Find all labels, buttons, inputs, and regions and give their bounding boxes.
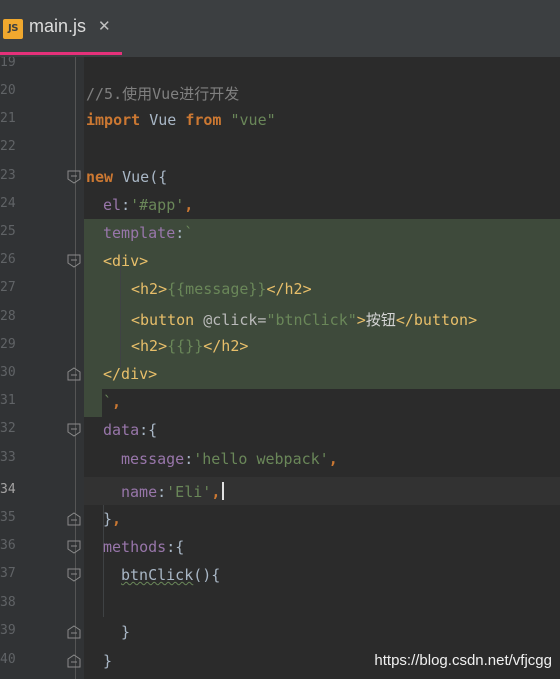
code-line: 26 <div>	[0, 247, 560, 275]
fold-end-icon[interactable]	[67, 625, 81, 639]
code-editor[interactable]: 19 20 //5.使用Vue进行开发 21 import Vue from "…	[0, 57, 560, 679]
line-number: 34	[0, 482, 16, 497]
code-line: 31 `,	[0, 388, 560, 416]
code-text: btnClick(){	[121, 566, 221, 584]
line-number: 30	[0, 365, 16, 380]
javascript-file-icon: JS	[3, 19, 23, 39]
code-line: 22	[0, 134, 560, 162]
code-text: <h2>{{}}</h2>	[131, 337, 249, 355]
code-text: `,	[103, 393, 122, 411]
code-line: 35 },	[0, 505, 560, 533]
code-line: 32 data:{	[0, 416, 560, 444]
code-text: template:`	[103, 224, 194, 242]
line-number: 31	[0, 393, 16, 408]
line-number: 32	[0, 421, 16, 436]
line-number: 36	[0, 538, 16, 553]
fold-end-icon[interactable]	[67, 367, 81, 381]
fold-end-icon[interactable]	[67, 654, 81, 668]
fold-collapse-icon[interactable]	[67, 254, 81, 268]
fold-collapse-icon[interactable]	[67, 568, 81, 582]
line-number: 35	[0, 510, 16, 525]
line-number: 27	[0, 280, 16, 295]
tab-main-js[interactable]: JS main.js ✕	[0, 0, 122, 57]
code-line: 36 methods:{	[0, 533, 560, 561]
code-text: },	[103, 510, 122, 528]
fold-end-icon[interactable]	[67, 512, 81, 526]
line-number: 38	[0, 595, 16, 610]
code-line: 21 import Vue from "vue"	[0, 106, 560, 134]
code-text: methods:{	[103, 538, 185, 556]
text-caret	[222, 482, 225, 500]
watermark-url: https://blog.csdn.net/vfjcgg	[374, 652, 552, 669]
editor-tab-bar: JS main.js ✕	[0, 0, 560, 58]
code-line-current: 34 name:'Eli',	[0, 477, 560, 505]
code-text: el:'#app',	[103, 196, 194, 214]
code-line: 29 <h2>{{}}</h2>	[0, 332, 560, 360]
line-number: 20	[0, 83, 16, 98]
code-text: name:'Eli',	[121, 482, 225, 501]
line-number: 22	[0, 139, 16, 154]
code-text: import Vue from "vue"	[86, 111, 276, 129]
code-text: new Vue({	[86, 168, 168, 186]
line-number: 39	[0, 623, 16, 638]
close-icon[interactable]: ✕	[98, 17, 111, 35]
line-number: 40	[0, 652, 16, 667]
line-number: 29	[0, 337, 16, 352]
code-line: 25 template:`	[0, 219, 560, 247]
code-line: 28 <button @click="btnClick">按钮</button>	[0, 304, 560, 332]
code-line: 33 message:'hello webpack',	[0, 445, 560, 473]
code-text: }	[121, 623, 131, 641]
code-line: 30 </div>	[0, 360, 560, 388]
code-line: 39 }	[0, 618, 560, 646]
code-line: 19	[0, 57, 560, 78]
active-tab-indicator	[0, 52, 122, 55]
code-line: 37 btnClick(){	[0, 561, 560, 589]
code-text: <button @click="btnClick">按钮</button>	[131, 311, 478, 329]
line-number: 19	[0, 57, 16, 70]
code-line: 20 //5.使用Vue进行开发	[0, 78, 560, 106]
line-number: 23	[0, 168, 16, 183]
tab-label: main.js	[29, 16, 87, 36]
code-line: 23 new Vue({	[0, 163, 560, 191]
code-text: message:'hello webpack',	[121, 450, 338, 468]
line-number: 24	[0, 196, 16, 211]
fold-collapse-icon[interactable]	[67, 540, 81, 554]
code-line: 38	[0, 590, 560, 618]
line-number: 33	[0, 450, 16, 465]
html-tag: <div>	[103, 252, 149, 270]
line-number: 37	[0, 566, 16, 581]
code-text: data:{	[103, 421, 158, 439]
code-text: }	[103, 652, 113, 670]
code-line: 24 el:'#app',	[0, 191, 560, 219]
code-line: 27 <h2>{{message}}</h2>	[0, 275, 560, 303]
line-number: 26	[0, 252, 16, 267]
line-number: 21	[0, 111, 16, 126]
comment-text: //5.使用Vue进行开发	[86, 85, 240, 103]
line-number: 25	[0, 224, 16, 239]
code-text: <h2>{{message}}</h2>	[131, 280, 312, 298]
fold-collapse-icon[interactable]	[67, 170, 81, 184]
html-tag: </div>	[103, 365, 158, 383]
line-number: 28	[0, 309, 16, 324]
fold-collapse-icon[interactable]	[67, 423, 81, 437]
